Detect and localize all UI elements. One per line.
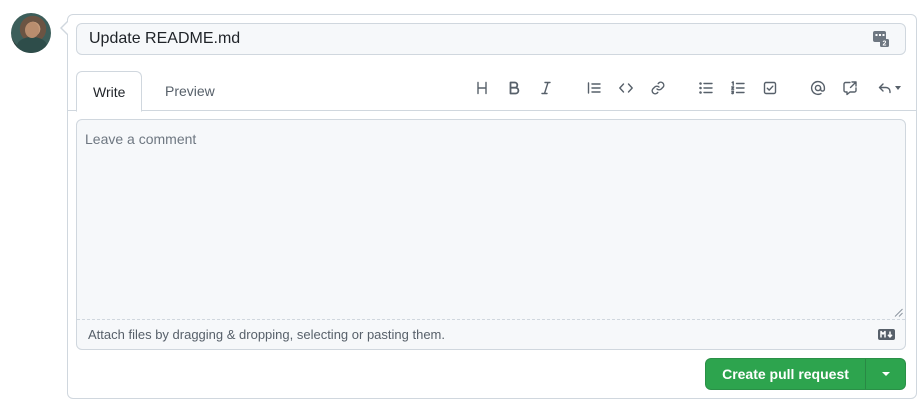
- code-icon[interactable]: [615, 77, 637, 99]
- caret-down-icon: [881, 372, 890, 376]
- comment-textarea[interactable]: [77, 120, 905, 319]
- chevron-down-icon: [895, 86, 901, 90]
- attach-files-bar[interactable]: Attach files by dragging & dropping, sel…: [77, 319, 905, 349]
- tab-write[interactable]: Write: [76, 71, 143, 112]
- italic-icon[interactable]: [535, 77, 557, 99]
- avatar-face: [25, 22, 39, 38]
- title-input[interactable]: [76, 23, 906, 55]
- saved-reply-icon[interactable]: [873, 77, 905, 99]
- unordered-list-icon[interactable]: [695, 77, 717, 99]
- mention-icon[interactable]: [807, 77, 829, 99]
- task-list-icon[interactable]: [759, 77, 781, 99]
- avatar-shirt: [17, 37, 47, 53]
- svg-text:2: 2: [883, 41, 887, 48]
- quote-icon[interactable]: [583, 77, 605, 99]
- timeline-caret-inner: [62, 21, 69, 35]
- link-icon[interactable]: [647, 77, 669, 99]
- comment-box: Attach files by dragging & dropping, sel…: [76, 119, 906, 350]
- heading-icon[interactable]: [471, 77, 493, 99]
- create-pull-request-button-group: Create pull request: [705, 358, 906, 390]
- cross-reference-icon[interactable]: [839, 77, 861, 99]
- resize-grip-icon[interactable]: [894, 308, 903, 317]
- bold-icon[interactable]: [503, 77, 525, 99]
- create-options-dropdown[interactable]: [866, 359, 905, 389]
- copilot-icon[interactable]: 2: [872, 30, 890, 48]
- tab-preview[interactable]: Preview: [149, 71, 231, 111]
- markdown-icon[interactable]: MD: [878, 329, 895, 340]
- attach-files-text: Attach files by dragging & dropping, sel…: [88, 327, 445, 342]
- ordered-list-icon[interactable]: [727, 77, 749, 99]
- create-pull-request-button[interactable]: Create pull request: [706, 359, 866, 389]
- avatar[interactable]: [11, 13, 51, 53]
